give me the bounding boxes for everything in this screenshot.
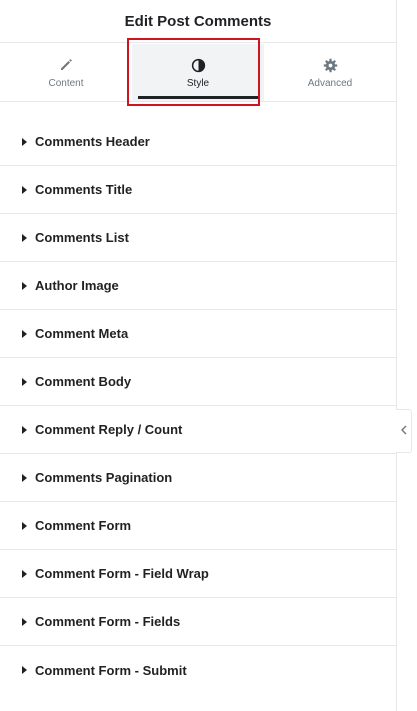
caret-right-icon bbox=[22, 425, 27, 434]
editor-panel: Edit Post Comments Content Style Advance… bbox=[0, 0, 396, 711]
caret-right-icon bbox=[22, 281, 27, 290]
section-comments-title[interactable]: Comments Title bbox=[0, 166, 396, 214]
section-label: Comment Body bbox=[35, 374, 132, 389]
section-comment-form-submit[interactable]: Comment Form - Submit bbox=[0, 646, 396, 694]
section-comments-pagination[interactable]: Comments Pagination bbox=[0, 454, 396, 502]
tab-content[interactable]: Content bbox=[0, 44, 132, 101]
tab-advanced-label: Advanced bbox=[307, 78, 353, 89]
section-comment-form-field-wrap[interactable]: Comment Form - Field Wrap bbox=[0, 550, 396, 598]
section-label: Comment Reply / Count bbox=[35, 422, 183, 437]
section-label: Author Image bbox=[35, 278, 119, 293]
tab-bar: Content Style Advanced bbox=[0, 44, 396, 102]
tab-style-label: Style bbox=[186, 78, 210, 89]
pencil-icon bbox=[59, 56, 73, 74]
section-label: Comments Title bbox=[35, 182, 133, 197]
caret-right-icon bbox=[22, 233, 27, 242]
tab-advanced[interactable]: Advanced bbox=[264, 44, 396, 101]
section-comment-form[interactable]: Comment Form bbox=[0, 502, 396, 550]
section-comment-reply-count[interactable]: Comment Reply / Count bbox=[0, 406, 396, 454]
section-comment-form-fields[interactable]: Comment Form - Fields bbox=[0, 598, 396, 646]
caret-right-icon bbox=[22, 521, 27, 530]
caret-right-icon bbox=[22, 617, 27, 626]
gear-icon bbox=[323, 56, 338, 74]
section-label: Comment Form - Submit bbox=[35, 662, 187, 678]
caret-right-icon bbox=[22, 137, 27, 146]
section-label: Comments Pagination bbox=[35, 470, 173, 485]
section-label: Comment Form - Field Wrap bbox=[35, 566, 209, 581]
chevron-left-icon bbox=[400, 422, 407, 440]
section-comment-meta[interactable]: Comment Meta bbox=[0, 310, 396, 358]
caret-right-icon bbox=[22, 377, 27, 386]
contrast-icon bbox=[191, 56, 206, 74]
panel-header: Edit Post Comments bbox=[0, 0, 396, 43]
tab-style[interactable]: Style bbox=[132, 44, 264, 101]
section-comment-body[interactable]: Comment Body bbox=[0, 358, 396, 406]
collapse-panel-button[interactable] bbox=[396, 409, 412, 453]
panel-title: Edit Post Comments bbox=[124, 12, 272, 30]
section-comments-header[interactable]: Comments Header bbox=[0, 118, 396, 166]
section-label: Comment Form - Fields bbox=[35, 614, 181, 629]
caret-right-icon bbox=[22, 473, 27, 482]
section-label: Comment Form bbox=[35, 518, 132, 533]
preview-edge bbox=[396, 0, 417, 711]
caret-right-icon bbox=[22, 569, 27, 578]
style-sections-list: Comments Header Comments Title Comments … bbox=[0, 118, 396, 694]
section-label: Comment Meta bbox=[35, 326, 129, 341]
section-comments-list[interactable]: Comments List bbox=[0, 214, 396, 262]
caret-right-icon bbox=[22, 666, 27, 674]
caret-right-icon bbox=[22, 329, 27, 338]
section-label: Comments List bbox=[35, 230, 129, 245]
section-label: Comments Header bbox=[35, 134, 150, 149]
section-author-image[interactable]: Author Image bbox=[0, 262, 396, 310]
tab-content-label: Content bbox=[48, 78, 84, 89]
caret-right-icon bbox=[22, 185, 27, 194]
